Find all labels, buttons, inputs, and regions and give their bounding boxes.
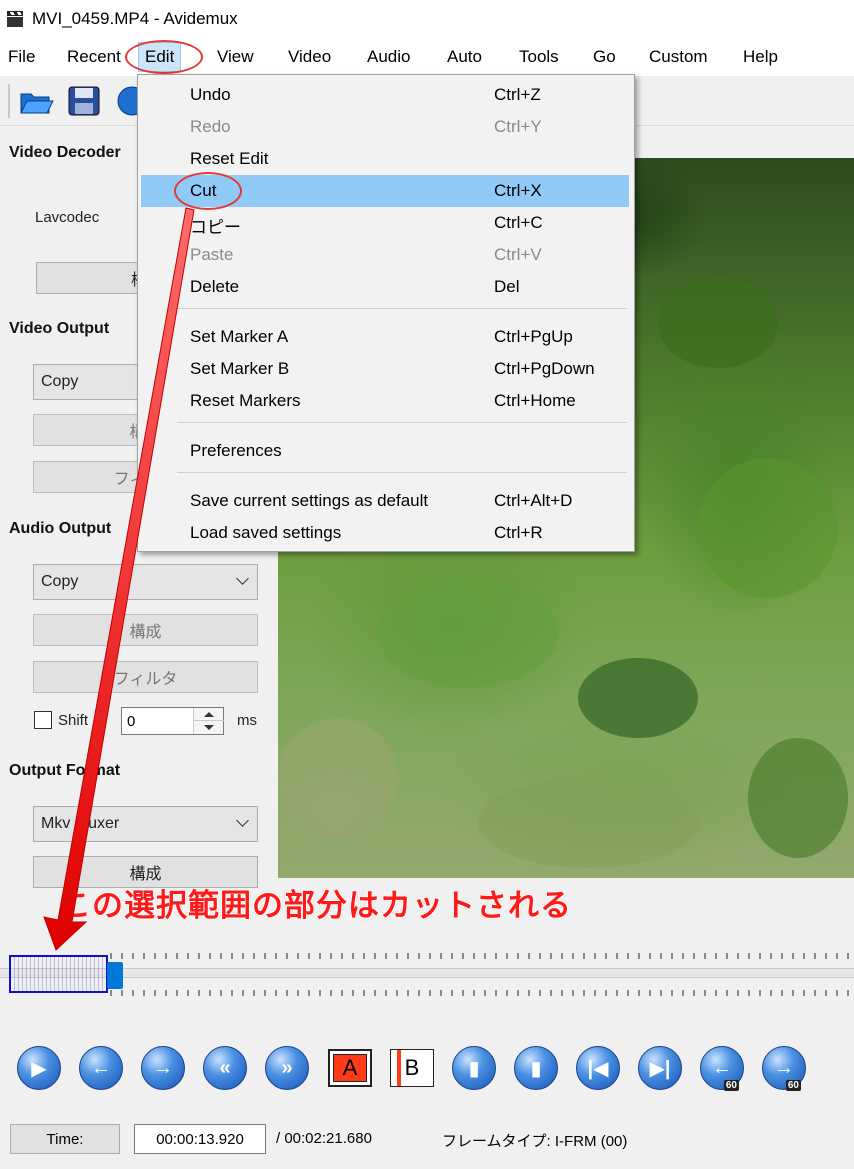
menu-item-redo: Redo Ctrl+Y <box>190 117 542 136</box>
menu-separator <box>177 422 627 423</box>
go-to-marker-a-icon[interactable]: ▮ <box>452 1046 496 1090</box>
menu-bar: File Recent Edit View Video Audio Auto T… <box>0 38 854 76</box>
chevron-down-icon <box>236 814 249 827</box>
title-bar: MVI_0459.MP4 - Avidemux <box>0 0 854 38</box>
rewind-icon[interactable]: « <box>203 1046 247 1090</box>
menu-view[interactable]: View <box>217 47 254 67</box>
menu-item-reset-edit[interactable]: Reset Edit <box>141 143 629 175</box>
muxer-select[interactable]: Mkv Muxer <box>33 806 258 842</box>
audio-codec-select[interactable]: Copy <box>33 564 258 600</box>
time-button[interactable]: Time: <box>10 1124 120 1154</box>
spin-arrows-icon[interactable] <box>193 708 224 734</box>
menu-go[interactable]: Go <box>593 47 616 67</box>
total-time-label: / 00:02:21.680 <box>276 1130 372 1147</box>
frame-type-label: フレームタイプ: I-FRM (00) <box>442 1133 628 1150</box>
menu-audio[interactable]: Audio <box>367 47 410 67</box>
video-output-heading: Video Output <box>9 320 110 337</box>
menu-edit[interactable]: Edit <box>138 42 182 72</box>
menu-item-load-saved-settings[interactable]: Load saved settings Ctrl+R <box>141 517 629 549</box>
video-decoder-heading: Video Decoder <box>9 144 121 161</box>
edit-dropdown-menu: Undo Ctrl+Z Redo Ctrl+Y Reset Edit Cut Ctrl… <box>137 74 635 552</box>
menu-item-copy[interactable]: コピー Ctrl+C <box>141 207 629 239</box>
menu-custom[interactable]: Custom <box>649 47 708 67</box>
shift-spinbox[interactable]: 0 <box>121 707 224 735</box>
save-disk-icon[interactable] <box>66 84 102 118</box>
go-to-end-icon[interactable]: ▶| <box>638 1046 682 1090</box>
menu-item-set-marker-a[interactable]: Set Marker A Ctrl+PgUp <box>141 321 629 353</box>
menu-item-reset-markers[interactable]: Reset Markers Ctrl+Home <box>141 385 629 417</box>
timeline-ticks-top <box>110 953 854 959</box>
marker-b-button[interactable]: B <box>390 1049 434 1087</box>
go-to-marker-b-icon[interactable]: ▮ <box>514 1046 558 1090</box>
timeline-ticks-bottom <box>110 990 854 996</box>
shift-unit-label: ms <box>237 712 257 729</box>
audio-output-heading: Audio Output <box>9 520 112 537</box>
shift-checkbox[interactable] <box>34 711 52 729</box>
open-folder-icon[interactable] <box>18 84 54 118</box>
chevron-down-icon <box>236 572 249 585</box>
timeline-selection <box>9 955 108 993</box>
status-bar: Time: 00:00:13.920 / 00:02:21.680 フレームタイ… <box>0 1120 854 1160</box>
output-format-heading: Output Format <box>9 762 121 779</box>
navigation-bar: ▶ ← → « » A B ▮ ▮ |◀ ▶| ← 60 → 60 <box>0 1040 854 1100</box>
shift-label: Shift <box>58 712 89 729</box>
back-60-icon[interactable]: ← 60 <box>700 1046 744 1091</box>
menu-recent[interactable]: Recent <box>67 47 121 67</box>
menu-item-save-settings-default[interactable]: Save current settings as default Ctrl+Alt… <box>141 485 629 517</box>
audio-filter-button[interactable]: フィルタ <box>33 661 258 693</box>
previous-frame-icon[interactable]: ← <box>79 1046 123 1090</box>
timeline-track[interactable] <box>0 968 854 978</box>
current-time-field[interactable]: 00:00:13.920 <box>134 1124 266 1154</box>
next-frame-icon[interactable]: → <box>141 1046 185 1090</box>
menu-tools[interactable]: Tools <box>519 47 559 67</box>
menu-item-delete[interactable]: Delete Del <box>141 271 629 303</box>
menu-separator <box>177 472 627 473</box>
menu-item-preferences[interactable]: Preferences <box>141 435 629 467</box>
menu-help[interactable]: Help <box>743 47 778 67</box>
menu-auto[interactable]: Auto <box>447 47 482 67</box>
menu-separator <box>177 308 627 309</box>
menu-item-paste: Paste Ctrl+V <box>190 245 542 264</box>
timeline-thumb[interactable] <box>107 962 123 989</box>
fast-forward-icon[interactable]: » <box>265 1046 309 1090</box>
menu-video[interactable]: Video <box>288 47 331 67</box>
clapperboard-icon <box>6 10 24 28</box>
audio-config-button[interactable]: 構成 <box>33 614 258 646</box>
toolbar-separator <box>8 84 10 118</box>
decoder-codec-label: Lavcodec <box>35 209 100 226</box>
menu-item-undo[interactable]: Undo Ctrl+Z <box>141 79 629 111</box>
annotation-text: この選択範囲の部分はカットされる <box>59 887 572 925</box>
menu-item-cut[interactable]: Cut Ctrl+X <box>141 175 629 207</box>
menu-file[interactable]: File <box>8 47 35 67</box>
timeline[interactable] <box>0 948 854 1003</box>
forward-60-icon[interactable]: → 60 <box>762 1046 806 1091</box>
menu-item-set-marker-b[interactable]: Set Marker B Ctrl+PgDown <box>141 353 629 385</box>
window-title: MVI_0459.MP4 - Avidemux <box>32 9 238 28</box>
go-to-start-icon[interactable]: |◀ <box>576 1046 620 1090</box>
play-icon[interactable]: ▶ <box>17 1046 61 1090</box>
marker-a-button[interactable]: A <box>328 1049 372 1087</box>
